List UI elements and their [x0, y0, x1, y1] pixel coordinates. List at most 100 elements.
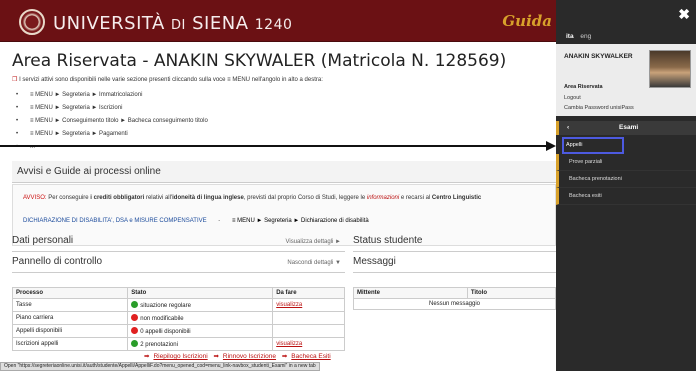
avviso-part: e recarsi al [399, 195, 432, 201]
dsa-link[interactable]: DICHIARAZIONE DI DISABILITA', DSA e MISU… [23, 218, 207, 224]
table-row: Appelli disponibili 0 appelli disponibil… [11, 324, 345, 338]
page-title: Area Riservata - ANAKIN SKYWALER (Matric… [12, 51, 507, 71]
stato-text: 0 appelli disponibili [140, 329, 191, 335]
bullet-icon: • [16, 92, 19, 98]
avviso-bold: i crediti obbligatori [90, 195, 145, 201]
intro-text-body: I servizi attivi sono disponibili nelle … [19, 77, 323, 83]
status-studente-title: Status studente [353, 235, 423, 246]
avviso-part: Per conseguire [46, 195, 91, 201]
avviso-label: AVVISO: [23, 195, 47, 201]
visualizza-link[interactable]: visualizza [276, 341, 302, 347]
nav-header-title: Esami [619, 124, 639, 131]
arrow-right-icon: ➡ [281, 353, 288, 360]
dsa-menu-path: ≡ MENU ► Segreteria ► Dichiarazione di d… [231, 218, 369, 224]
informazioni-link[interactable]: informazioni [367, 195, 399, 201]
rinnovo-iscrizione-link[interactable]: Rinnovo Iscrizione [223, 353, 276, 360]
pannello-title: Pannello di controllo [12, 256, 103, 267]
messaggi-title: Messaggi [353, 256, 396, 267]
user-name: ANAKIN SKYWALKER [564, 53, 633, 60]
menu-instruction-line: • ≡ MENU ► Segreteria ► Iscrizioni [16, 102, 208, 115]
nav-header-esami[interactable]: ‹ Esami [556, 121, 696, 135]
red-status-dot-icon [131, 327, 139, 334]
messaggi-panel: Messaggi [353, 256, 556, 273]
guida-link[interactable]: Guida [502, 12, 552, 30]
red-status-dot-icon [131, 314, 139, 321]
menu-instruction-line: • ≡ MENU ► Conseguimento titolo ► Bacheca… [16, 115, 208, 128]
messages-table: Mittente Titolo Nessun messaggio [353, 287, 556, 310]
language-switcher: ita eng [566, 33, 591, 40]
close-icon[interactable]: ✖ [678, 6, 690, 23]
green-status-dot-icon [131, 340, 139, 347]
visualizza-link[interactable]: visualizza [276, 302, 302, 308]
column-header: Da fare [272, 287, 345, 299]
dati-personali-title: Dati personali [12, 235, 74, 246]
nascondi-dettagli-button[interactable]: Nascondi dettagli ▼ [287, 260, 341, 266]
processo-cell: Piano carriera [11, 311, 129, 325]
avviso-part: , previsti dal proprio Corso di Studi, l… [243, 195, 367, 201]
column-header: Titolo [466, 287, 556, 299]
avviso-part: relativi all' [144, 195, 173, 201]
table-header-row: Mittente Titolo [353, 287, 556, 299]
status-studente-panel: Status studente [353, 235, 556, 252]
arrow-right-icon: ➡ [144, 353, 150, 360]
table-row: Nessun messaggio [353, 298, 556, 310]
info-icon: ❐ [12, 77, 18, 83]
lang-eng[interactable]: eng [580, 33, 591, 40]
bullet-icon: • [16, 118, 19, 124]
visualizza-dettagli-button[interactable]: Visualizza dettagli ► [285, 239, 341, 245]
area-riservata-link[interactable]: Area Riservata [564, 84, 603, 90]
university-seal-logo[interactable] [19, 9, 45, 35]
column-header: Stato [127, 287, 274, 299]
todo-cell [272, 311, 345, 325]
bullet-icon: • [16, 131, 19, 137]
table-row: Tasse situazione regolare visualizza [11, 298, 345, 312]
table-row: Iscrizioni appelli 2 prenotazioni visual… [11, 337, 345, 351]
change-password-link[interactable]: Cambia Password unisiPass [564, 105, 634, 111]
processo-cell: Tasse [11, 298, 129, 312]
university-brand[interactable]: UNIVERSITÀ DI SIENA 1240 [53, 13, 292, 34]
menu-instruction-text: ≡ MENU ► Segreteria ► Iscrizioni [30, 105, 123, 111]
table-row: Piano carriera non modificabile [11, 311, 345, 325]
stato-text: situazione regolare [140, 303, 191, 309]
sidebar-item-bacheca-prenotazioni[interactable]: Bacheca prenotazioni [556, 171, 696, 188]
brand-di: DI [171, 18, 186, 33]
menu-instruction-line: • ≡ MENU ► Segreteria ► Immatricolazioni [16, 89, 208, 102]
column-header: Mittente [353, 287, 468, 299]
dsa-separator: - [218, 218, 221, 224]
avvisi-section-title: Avvisi e Guide ai processi online [12, 161, 556, 183]
stato-cell: 0 appelli disponibili [127, 324, 274, 338]
bullet-icon: • [16, 144, 19, 150]
menu-instruction-line: •... [16, 141, 208, 154]
lang-ita[interactable]: ita [566, 33, 574, 40]
annotation-arrow-line [0, 145, 548, 147]
intro-text: ❐ I servizi attivi sono disponibili nell… [12, 76, 323, 83]
column-header: Processo [11, 287, 129, 299]
menu-instruction-text: ≡ MENU ► Segreteria ► Pagamenti [30, 131, 128, 137]
processo-cell: Iscrizioni appelli [11, 337, 129, 351]
sidebar-menu: ✖ ita eng ANAKIN SKYWALKER Area Riservat… [556, 0, 696, 371]
chevron-left-icon[interactable]: ‹ [567, 124, 569, 131]
menu-instruction-line: • ≡ MENU ► Segreteria ► Pagamenti [16, 128, 208, 141]
quick-links: ➡ Riepilogo Iscrizioni ➡ Rinnovo Iscrizion… [140, 352, 331, 360]
brand-city: SIENA [192, 13, 249, 34]
avviso-text: AVVISO: Per conseguire i crediti obbliga… [23, 195, 481, 201]
stato-cell: 2 prenotazioni [127, 337, 274, 351]
site-header: UNIVERSITÀ DI SIENA 1240 Guida [0, 0, 556, 42]
stato-text: non modificabile [140, 316, 184, 322]
stato-cell: non modificabile [127, 311, 274, 325]
avviso-bold: idoneità di lingua inglese [172, 195, 244, 201]
arrow-right-icon: ➡ [213, 353, 219, 360]
menu-instruction-text: ≡ MENU ► Segreteria ► Immatricolazioni [30, 92, 143, 98]
sidebar-item-bacheca-esiti[interactable]: Bacheca esiti [556, 188, 696, 205]
sidebar-item-prove-parziali[interactable]: Prove parziali [556, 154, 696, 171]
brand-year: 1240 [254, 17, 293, 33]
sidebar-item-appelli[interactable]: Appelli [562, 137, 624, 154]
brand-main: UNIVERSITÀ [53, 13, 165, 34]
bullet-icon: • [16, 105, 19, 111]
riepilogo-iscrizioni-link[interactable]: Riepilogo Iscrizioni [153, 353, 207, 360]
menu-instruction-text: ≡ MENU ► Conseguimento titolo ► Bacheca … [30, 118, 208, 124]
todo-cell: visualizza [272, 337, 345, 351]
bacheca-esiti-link[interactable]: Bacheca Esiti [291, 353, 330, 360]
processo-cell: Appelli disponibili [11, 324, 129, 338]
logout-link[interactable]: Logout [564, 95, 581, 101]
